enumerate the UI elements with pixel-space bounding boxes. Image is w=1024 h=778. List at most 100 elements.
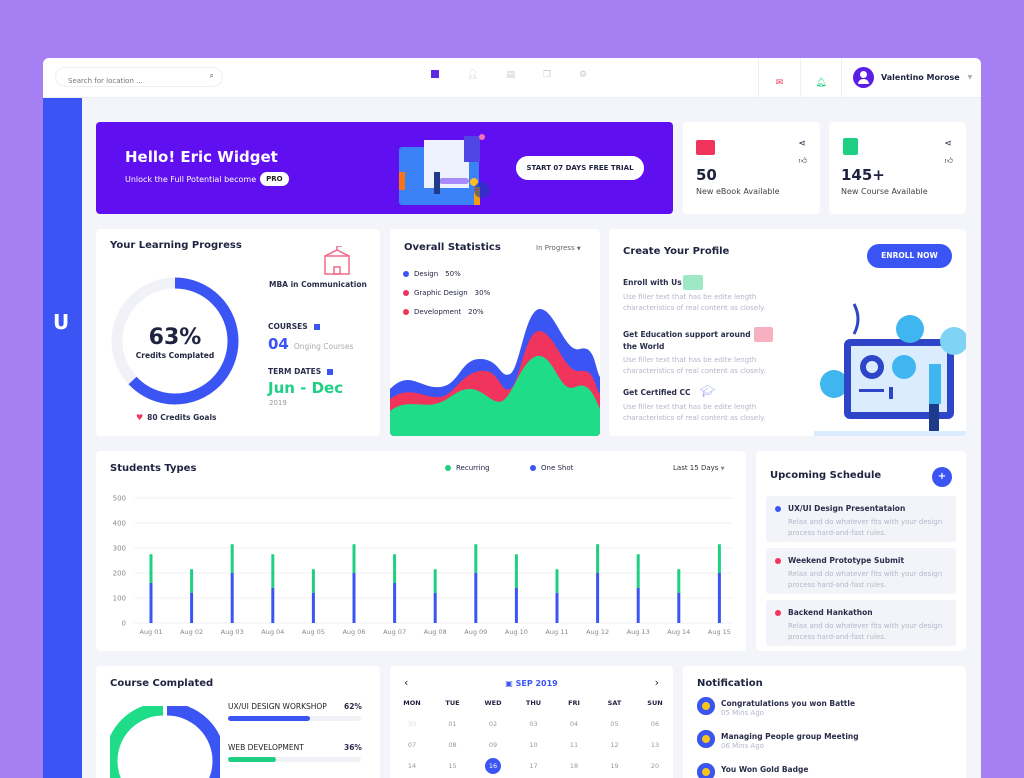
next-month-button[interactable]: ›: [655, 676, 659, 689]
messages-button[interactable]: ✉: [758, 58, 800, 98]
calendar-day[interactable]: 09: [485, 737, 501, 753]
schedule-desc: Relax and do whatever fits with your des…: [788, 518, 943, 537]
status-dropdown[interactable]: In Progress ▼: [536, 244, 581, 252]
bar-one-shot: [433, 593, 437, 623]
ebook-stat-card: ⋖ 👍︎ 50 New eBook Available: [683, 122, 820, 214]
program-name: MBA in Communication: [269, 280, 367, 289]
copy-icon[interactable]: ❐: [543, 70, 551, 80]
calendar-day[interactable]: 04: [566, 716, 582, 732]
calendar-day[interactable]: 13: [647, 737, 663, 753]
ebook-count: 50: [696, 166, 717, 184]
search-box[interactable]: ⌕: [55, 67, 223, 87]
banner-title: Hello! Eric Widget: [125, 148, 278, 166]
legend-item: Graphic Design 30%: [403, 289, 490, 297]
bar-recurring: [311, 569, 315, 593]
calendar-day[interactable]: 16: [485, 758, 501, 774]
calendar-day[interactable]: 30: [404, 716, 420, 732]
calendar-day[interactable]: 10: [526, 737, 542, 753]
bar-one-shot: [393, 583, 397, 623]
folder-icon: [683, 275, 703, 290]
profile-item-desc: Use filler text that has be edite length…: [623, 356, 766, 375]
book-stack-icon: [843, 138, 858, 155]
x-tick-label: Aug 14: [667, 628, 690, 636]
schedule-item[interactable]: Weekend Prototype Submit Relax and do wha…: [766, 548, 956, 594]
x-tick-label: Aug 05: [302, 628, 325, 636]
like-icon[interactable]: 👍︎: [945, 156, 953, 166]
share-icon[interactable]: ⋖: [944, 139, 952, 149]
x-tick-label: Aug 06: [342, 628, 365, 636]
x-tick-label: Aug 01: [139, 628, 162, 636]
logo: U: [53, 310, 70, 334]
bar-recurring: [555, 569, 559, 593]
bar-one-shot: [311, 593, 315, 623]
x-tick-label: Aug 03: [221, 628, 244, 636]
chevron-down-icon: ▼: [967, 74, 973, 81]
calendar-day[interactable]: 06: [647, 716, 663, 732]
bar-recurring: [271, 554, 275, 588]
start-trial-button[interactable]: START 07 DAYS FREE TRIAL: [516, 156, 644, 180]
banner-illustration: [399, 134, 490, 205]
notification-title[interactable]: You Won Gold Badge: [721, 765, 808, 774]
calendar-day[interactable]: 05: [607, 716, 623, 732]
card-title: Notification: [697, 678, 763, 689]
like-icon[interactable]: 👍︎: [799, 156, 807, 166]
bar-one-shot: [596, 573, 600, 623]
calendar-day[interactable]: 02: [485, 716, 501, 732]
progress-caption: Credits Complated: [135, 351, 215, 360]
calendar-day[interactable]: 08: [445, 737, 461, 753]
notification-title[interactable]: Congratulations you won Battle: [721, 699, 855, 708]
calendar-card: ‹ ▣ SEP 2019 › MON TUE WED THU FRI SAT SUN 30 01…: [390, 666, 673, 778]
notification-icon: [697, 730, 715, 748]
course-progress-bar: [228, 716, 361, 721]
bar-recurring: [514, 554, 518, 588]
profile-item-title: Get Education support around the World: [623, 330, 751, 351]
book-icon: [754, 327, 773, 342]
course-pct: 62%: [344, 702, 362, 711]
search-icon[interactable]: ⌕: [210, 71, 214, 81]
weekday-label: TUE: [445, 699, 460, 707]
status-dot: [775, 610, 781, 616]
notifications-button[interactable]: 🔔︎: [800, 58, 842, 98]
x-tick-label: Aug 12: [586, 628, 609, 636]
user-name: Valentino Morose: [881, 73, 960, 82]
document-icon[interactable]: ▤: [506, 70, 515, 80]
card-title: Your Learning Progress: [110, 240, 242, 251]
user-menu[interactable]: Valentino Morose ▼: [853, 67, 972, 88]
x-tick-label: Aug 08: [424, 628, 447, 636]
schedule-item[interactable]: Backend Hankathon Relax and do whatever f…: [766, 600, 956, 646]
add-schedule-button[interactable]: +: [932, 467, 952, 487]
calendar-day[interactable]: 18: [566, 758, 582, 774]
weekday-label: THU: [525, 699, 542, 707]
calendar-day[interactable]: 03: [526, 716, 542, 732]
search-input[interactable]: [68, 77, 198, 85]
bar-recurring: [677, 569, 681, 593]
calendar-day[interactable]: 01: [445, 716, 461, 732]
x-tick-label: Aug 09: [464, 628, 487, 636]
user-icon[interactable]: 👤︎: [467, 70, 478, 80]
calendar-day[interactable]: 12: [607, 737, 623, 753]
bar-one-shot: [555, 593, 559, 623]
share-icon[interactable]: ⋖: [798, 139, 806, 149]
gear-icon[interactable]: ⚙: [579, 70, 587, 80]
calendar-day[interactable]: 14: [404, 758, 420, 774]
bar-recurring: [352, 544, 356, 573]
calendar-day[interactable]: 15: [445, 758, 461, 774]
calendar-day[interactable]: 11: [566, 737, 582, 753]
legend-label: Graphic Design: [414, 289, 468, 297]
weekday-label: SUN: [647, 699, 663, 707]
calendar-day[interactable]: 19: [607, 758, 623, 774]
calendar-day[interactable]: 17: [526, 758, 542, 774]
calendar-day[interactable]: 20: [647, 758, 663, 774]
profile-item-desc: Use filler text that has be edite length…: [623, 293, 766, 312]
course-progress-fill: [228, 757, 276, 762]
notification-title[interactable]: Managing People group Meeting: [721, 732, 859, 741]
calendar-day[interactable]: 07: [404, 737, 420, 753]
schedule-item[interactable]: UX/UI Design Presentataion Relax and do w…: [766, 496, 956, 542]
school-icon: [324, 246, 350, 275]
course-stat-card: ⋖ 👍︎ 145+ New Course Available: [829, 122, 966, 214]
dashboard-icon[interactable]: [431, 70, 439, 78]
term-year: 2019: [269, 399, 287, 407]
enroll-now-button[interactable]: ENROLL NOW: [867, 244, 952, 268]
bar-recurring: [596, 544, 600, 573]
bar-one-shot: [149, 583, 153, 623]
